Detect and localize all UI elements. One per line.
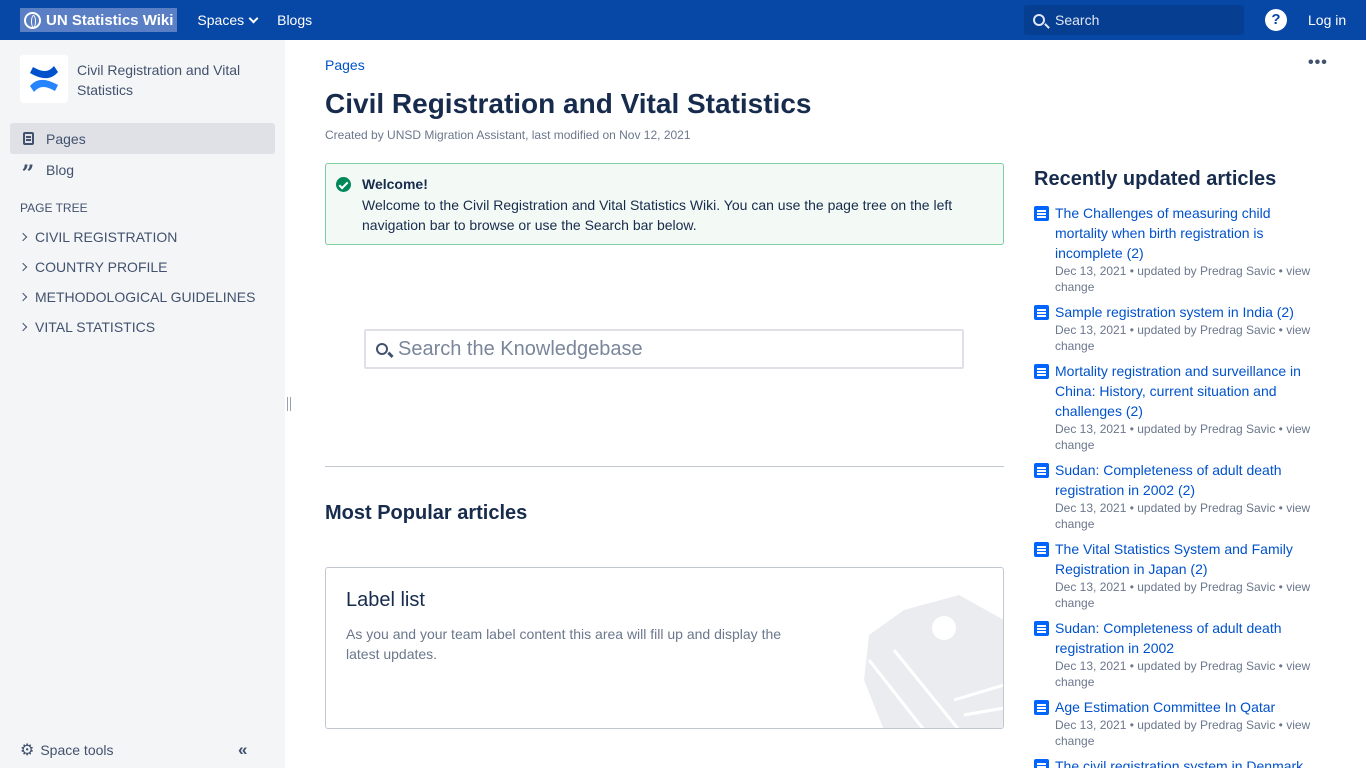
blogs-link[interactable]: Blogs [277, 12, 312, 28]
article-link[interactable]: The Challenges of measuring child mortal… [1055, 203, 1314, 263]
list-item: Age Estimation Committee In Qatar Dec 13… [1034, 697, 1314, 749]
site-logo-text: UN Statistics Wiki [46, 11, 174, 29]
tree-item-label: METHODOLOGICAL GUIDELINES [35, 289, 256, 305]
tree-item-label: VITAL STATISTICS [35, 319, 156, 335]
space-tools-button[interactable]: ⚙ Space tools [20, 740, 114, 760]
help-icon[interactable]: ? [1265, 9, 1287, 31]
list-item: Sample registration system in India (2) … [1034, 302, 1314, 354]
sidebar-item-pages[interactable]: Pages [10, 123, 275, 154]
sidebar-resize-handle[interactable] [287, 397, 291, 411]
article-meta: Dec 13, 2021 • updated by Predrag Savic … [1055, 323, 1311, 353]
site-logo[interactable]: UN Statistics Wiki [20, 8, 178, 32]
article-meta: Dec 13, 2021 • updated by Predrag Savic … [1055, 422, 1311, 452]
sidebar: Civil Registration and Vital Statistics … [0, 40, 285, 768]
spaces-menu[interactable]: Spaces [197, 12, 259, 28]
gear-icon: ⚙ [20, 742, 35, 759]
chevron-right-icon[interactable] [18, 262, 28, 272]
divider [325, 466, 1004, 467]
document-icon [1034, 305, 1049, 320]
list-item: The Vital Statistics System and Family R… [1034, 539, 1314, 611]
article-meta: Dec 13, 2021 • updated by Predrag Savic … [1055, 264, 1311, 294]
quote-icon: ” [21, 160, 35, 187]
list-item: The Challenges of measuring child mortal… [1034, 203, 1314, 295]
search-icon [1033, 14, 1045, 26]
breadcrumb[interactable]: Pages [325, 57, 365, 73]
un-globe-icon [24, 11, 41, 29]
list-item: Sudan: Completeness of adult death regis… [1034, 618, 1314, 690]
knowledgebase-search-input[interactable]: Search the Knowledgebase [364, 329, 964, 369]
space-logo[interactable] [20, 55, 68, 103]
tag-illustration-icon [864, 595, 1003, 728]
article-meta: Dec 13, 2021 • updated by Predrag Savic … [1055, 659, 1311, 689]
label-list-text: As you and your team label content this … [346, 626, 782, 662]
page-tree-heading: PAGE TREE [20, 201, 88, 215]
welcome-title: Welcome! [362, 176, 428, 192]
document-icon [1034, 621, 1049, 636]
check-circle-icon [336, 177, 351, 192]
sidebar-item-blog[interactable]: ” Blog [10, 154, 275, 185]
recent-articles-heading: Recently updated articles [1034, 168, 1277, 190]
spaces-menu-label: Spaces [197, 12, 245, 28]
space-tools-label: Space tools [40, 742, 114, 758]
chevron-down-icon [248, 13, 259, 23]
tree-item-country-profile[interactable]: COUNTRY PROFILE [18, 259, 168, 275]
label-list-card: Label list As you and your team label co… [325, 567, 1004, 729]
article-link[interactable]: Sudan: Completeness of adult death regis… [1055, 460, 1314, 500]
chevron-right-icon[interactable] [18, 322, 28, 332]
article-link[interactable]: Age Estimation Committee In Qatar [1055, 697, 1314, 717]
list-item: Mortality registration and surveillance … [1034, 361, 1314, 453]
tree-item-civil-registration[interactable]: CIVIL REGISTRATION [18, 229, 178, 245]
chevron-right-icon[interactable] [18, 232, 28, 242]
document-icon [1034, 463, 1049, 478]
tree-item-vital-statistics[interactable]: VITAL STATISTICS [18, 319, 156, 335]
document-icon [1034, 364, 1049, 379]
article-link[interactable]: Sudan: Completeness of adult death regis… [1055, 618, 1314, 658]
document-icon [1034, 206, 1049, 221]
chevron-right-icon[interactable] [18, 292, 28, 302]
tree-item-label: CIVIL REGISTRATION [35, 229, 178, 245]
tree-item-methodological-guidelines[interactable]: METHODOLOGICAL GUIDELINES [18, 289, 256, 305]
article-meta: Dec 13, 2021 • updated by Predrag Savic … [1055, 580, 1311, 610]
page-icon [22, 132, 34, 145]
more-actions-icon[interactable]: ••• [1308, 54, 1328, 72]
recent-articles-list: The Challenges of measuring child mortal… [1034, 203, 1314, 768]
article-link[interactable]: The Vital Statistics System and Family R… [1055, 539, 1314, 579]
tree-item-label: COUNTRY PROFILE [35, 259, 168, 275]
login-link[interactable]: Log in [1308, 12, 1346, 28]
welcome-text: Welcome to the Civil Registration and Vi… [362, 197, 953, 233]
welcome-panel: Welcome! Welcome to the Civil Registrati… [325, 163, 1004, 245]
popular-articles-heading: Most Popular articles [325, 502, 528, 524]
collapse-sidebar-icon[interactable]: « [238, 740, 247, 760]
sidebar-item-label: Pages [46, 130, 86, 147]
list-item: The civil registration system in Denmark [1034, 756, 1314, 768]
list-item: Sudan: Completeness of adult death regis… [1034, 460, 1314, 532]
article-link[interactable]: Sample registration system in India (2) [1055, 302, 1314, 322]
search-icon [376, 343, 388, 355]
sidebar-item-label: Blog [46, 161, 75, 178]
article-meta: Dec 13, 2021 • updated by Predrag Savic … [1055, 718, 1311, 748]
global-search-placeholder: Search [1055, 12, 1100, 28]
label-list-title: Label list [346, 589, 425, 611]
article-link[interactable]: Mortality registration and surveillance … [1055, 361, 1314, 421]
space-name[interactable]: Civil Registration and Vital Statistics [77, 60, 267, 100]
page-title: Civil Registration and Vital Statistics [325, 88, 812, 119]
document-icon [1034, 542, 1049, 557]
document-icon [1034, 700, 1049, 715]
knowledgebase-search-placeholder: Search the Knowledgebase [398, 337, 643, 360]
article-meta: Dec 13, 2021 • updated by Predrag Savic … [1055, 501, 1311, 531]
document-icon [1034, 759, 1049, 768]
article-link[interactable]: The civil registration system in Denmark [1055, 756, 1314, 768]
global-search-input[interactable]: Search [1024, 5, 1244, 35]
page-byline: Created by UNSD Migration Assistant, las… [325, 128, 691, 142]
confluence-logo-icon [30, 66, 58, 92]
